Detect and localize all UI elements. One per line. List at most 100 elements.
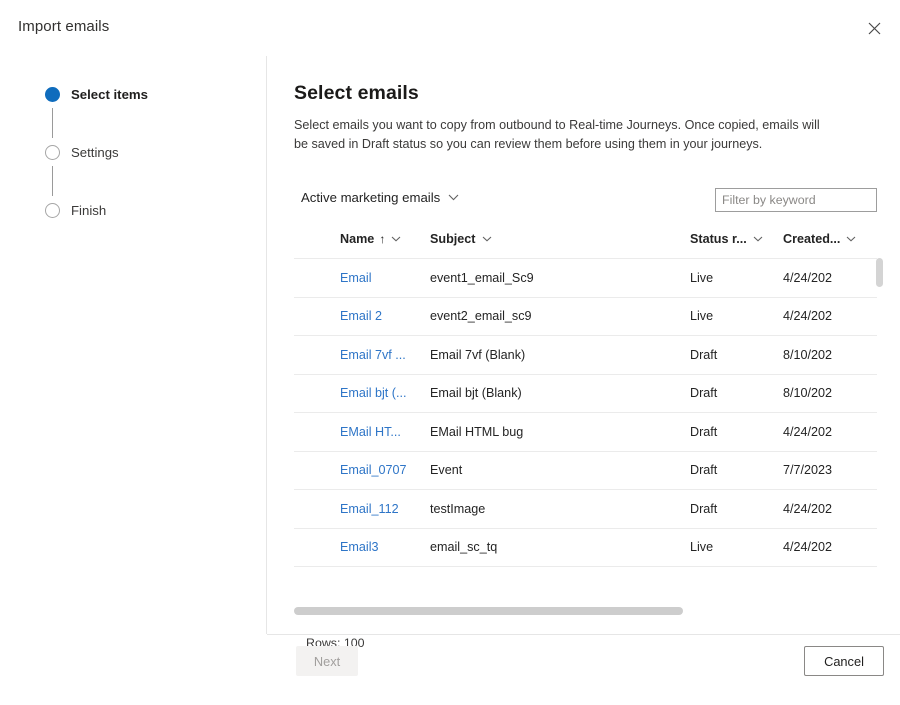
email-name-link[interactable]: Email 2 <box>340 309 382 323</box>
close-button[interactable] <box>858 13 890 43</box>
cell-status: Draft <box>690 412 783 451</box>
cancel-button[interactable]: Cancel <box>804 646 884 676</box>
table-row[interactable]: Email 2 event2_email_sc9 Live 4/24/202 <box>294 296 877 336</box>
page-title: Select emails <box>294 82 419 104</box>
chevron-down-icon <box>846 236 856 242</box>
stepper-item-label: Finish <box>71 202 107 218</box>
table-body: Email event1_email_Sc9 Live 4/24/202 Ema… <box>294 258 877 567</box>
table-row[interactable]: Email_112 testImage Draft 4/24/202 <box>294 489 877 528</box>
grid-vertical-scrollbar[interactable] <box>876 258 883 542</box>
stepper-connector <box>52 108 53 138</box>
dialog-body: Select items Settings Finish Select emai… <box>0 56 900 650</box>
table-row[interactable]: Email_0707 Event Draft 7/7/2023 <box>294 450 877 490</box>
dialog-title: Import emails <box>18 18 110 35</box>
close-icon <box>868 22 881 35</box>
row-checkbox-cell[interactable] <box>294 450 340 490</box>
row-checkbox-cell[interactable] <box>294 335 340 374</box>
email-name-link[interactable]: Email_112 <box>340 502 399 516</box>
column-header-label: Created... <box>783 232 841 246</box>
cell-status: Live <box>690 258 783 297</box>
row-checkbox-cell[interactable] <box>294 296 340 336</box>
table-row[interactable]: Email3 email_sc_tq Live 4/24/202 <box>294 527 877 567</box>
email-name-link[interactable]: EMail HT... <box>340 425 401 439</box>
cell-name: Email_112 <box>340 489 430 528</box>
cell-created: 4/24/202 <box>783 296 877 336</box>
page-description: Select emails you want to copy from outb… <box>294 118 820 151</box>
cell-name: Email_0707 <box>340 450 430 490</box>
cell-status: Draft <box>690 373 783 413</box>
column-header-subject[interactable]: Subject <box>430 224 690 259</box>
stepper-item-label: Select items <box>71 86 148 102</box>
grid-toolbar: Active marketing emails <box>294 188 877 216</box>
cell-name: Email3 <box>340 527 430 567</box>
stepper-item-finish[interactable]: Finish <box>45 200 106 220</box>
column-header-status-reason[interactable]: Status r... <box>690 224 783 259</box>
email-name-link[interactable]: Email3 <box>340 540 379 554</box>
cell-subject: email_sc_tq <box>430 527 690 567</box>
cell-subject: event1_email_Sc9 <box>430 258 690 297</box>
table-header: Name ↑ Subject Status r... Created... <box>294 224 877 259</box>
grid-horizontal-scrollbar-thumb[interactable] <box>294 607 683 615</box>
chevron-down-icon <box>448 194 459 201</box>
dialog-footer: Next Cancel <box>267 634 900 705</box>
column-header-name[interactable]: Name ↑ <box>340 224 430 259</box>
row-checkbox-cell[interactable] <box>294 373 340 413</box>
cell-created: 4/24/202 <box>783 412 877 451</box>
cell-name: Email 2 <box>340 296 430 336</box>
row-checkbox-cell[interactable] <box>294 527 340 567</box>
cell-status: Live <box>690 296 783 336</box>
stepper-connector <box>52 166 53 196</box>
footer-divider <box>267 634 900 635</box>
step-dot-icon <box>45 202 60 218</box>
next-button[interactable]: Next <box>296 646 358 676</box>
chevron-down-icon <box>391 236 401 242</box>
stepper-item-select-items[interactable]: Select items <box>45 84 148 104</box>
cell-created: 8/10/202 <box>783 373 877 413</box>
cell-subject: testImage <box>430 489 690 528</box>
grid-vertical-scrollbar-thumb[interactable] <box>876 258 883 287</box>
email-name-link[interactable]: Email bjt (... <box>340 386 406 400</box>
cell-status: Live <box>690 527 783 567</box>
column-header-label: Name <box>340 232 375 246</box>
table-row[interactable]: EMail HT... EMail HTML bug Draft 4/24/20… <box>294 412 877 451</box>
row-checkbox-cell[interactable] <box>294 258 340 297</box>
email-name-link[interactable]: Email_0707 <box>340 463 407 477</box>
cell-subject: Email 7vf (Blank) <box>430 335 690 374</box>
row-checkbox-cell[interactable] <box>294 412 340 451</box>
column-header-select-all[interactable] <box>294 224 340 259</box>
cell-created: 4/24/202 <box>783 258 877 297</box>
cell-created: 4/24/202 <box>783 489 877 528</box>
dialog-header: Import emails <box>0 0 900 56</box>
email-name-link[interactable]: Email 7vf ... <box>340 348 406 362</box>
email-name-link[interactable]: Email <box>340 271 372 285</box>
cell-status: Draft <box>690 450 783 490</box>
table-row[interactable]: Email event1_email_Sc9 Live 4/24/202 <box>294 258 877 297</box>
cell-subject: Event <box>430 450 690 490</box>
step-dot-icon <box>45 86 60 102</box>
emails-table: Name ↑ Subject Status r... Created... Em… <box>294 224 877 567</box>
view-selector-dropdown[interactable]: Active marketing emails <box>301 190 459 205</box>
cell-name: Email <box>340 258 430 297</box>
wizard-stepper: Select items Settings Finish <box>0 56 266 634</box>
table-header-row: Name ↑ Subject Status r... Created... <box>294 224 877 259</box>
chevron-down-icon <box>753 236 763 242</box>
table-row[interactable]: Email bjt (... Email bjt (Blank) Draft 8… <box>294 373 877 413</box>
grid-horizontal-scrollbar[interactable] <box>294 607 864 615</box>
cell-name: EMail HT... <box>340 412 430 451</box>
cell-name: Email 7vf ... <box>340 335 430 374</box>
view-selector-label: Active marketing emails <box>301 190 441 205</box>
stepper-item-settings[interactable]: Settings <box>45 142 119 162</box>
cell-created: 7/7/2023 <box>783 450 877 490</box>
cell-status: Draft <box>690 335 783 374</box>
cell-subject: event2_email_sc9 <box>430 296 690 336</box>
column-header-created-on[interactable]: Created... <box>783 224 877 259</box>
cell-name: Email bjt (... <box>340 373 430 413</box>
filter-by-keyword-input[interactable] <box>715 188 877 212</box>
cell-status: Draft <box>690 489 783 528</box>
sort-ascending-icon: ↑ <box>379 232 386 246</box>
row-checkbox-cell[interactable] <box>294 489 340 528</box>
table-row[interactable]: Email 7vf ... Email 7vf (Blank) Draft 8/… <box>294 335 877 374</box>
column-header-label: Subject <box>430 232 476 246</box>
step-dot-icon <box>45 144 60 160</box>
chevron-down-icon <box>482 236 492 242</box>
